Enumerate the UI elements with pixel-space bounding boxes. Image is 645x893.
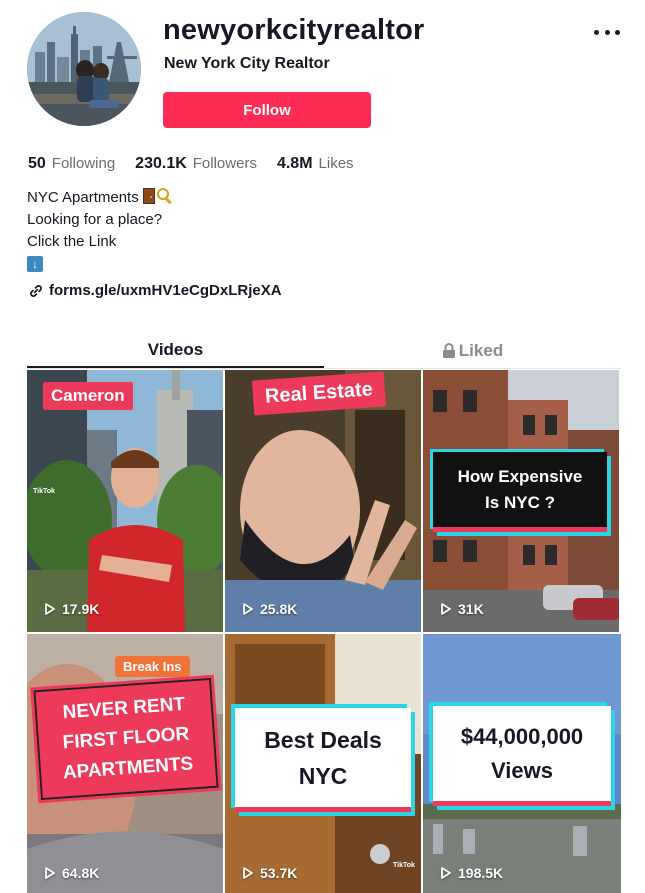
view-count-value: 64.8K <box>62 865 100 881</box>
view-count: 198.5K <box>439 865 503 881</box>
profile-stats: 50 Following 230.1K Followers 4.8M Likes <box>28 155 374 173</box>
video-overlay-card: How Expensive Is NYC ? <box>433 452 607 532</box>
profile-bio: NYC Apartments Looking for a place? Clic… <box>27 187 173 275</box>
profile-avatar[interactable] <box>27 12 141 126</box>
view-count: 25.8K <box>241 601 297 617</box>
profile-username: newyorkcityrealtor <box>163 14 425 46</box>
video-overlay-text: Views <box>491 757 553 783</box>
bio-line: Click the Link <box>27 233 117 250</box>
tiktok-watermark: TikTok <box>393 862 415 869</box>
play-icon <box>45 867 55 879</box>
profile-display-name: New York City Realtor <box>164 55 330 72</box>
tab-label: Videos <box>147 339 204 359</box>
view-count: 64.8K <box>43 865 99 881</box>
play-icon <box>441 867 451 879</box>
view-count-value: 198.5K <box>458 865 504 881</box>
video-thumbnail-1[interactable]: Cameron TikTok 17.9K <box>27 370 223 632</box>
video-overlay-card: NEVER RENT FIRST FLOOR APARTMENTS <box>30 674 222 804</box>
avatar-photo <box>27 12 141 126</box>
bio-link[interactable]: forms.gle/uxmHV1eCgDxLRjeXA <box>29 282 282 299</box>
video-thumbnail-4[interactable]: Break Ins NEVER RENT FIRST FLOOR APARTME… <box>27 634 223 893</box>
video-thumbnail-2[interactable]: Real Estate 25.8K <box>225 370 421 632</box>
down-arrow-emoji-icon: ↓ <box>27 256 43 272</box>
view-count-value: 53.7K <box>260 865 298 881</box>
view-count-value: 31K <box>458 601 484 617</box>
stat-label: Followers <box>192 155 257 172</box>
video-overlay-card: $44,000,000 Views <box>433 706 611 806</box>
video-overlay-text: Cameron <box>43 382 133 410</box>
stat-value: 4.8M <box>276 155 313 172</box>
stat-label: Likes <box>318 155 354 172</box>
door-emoji-icon <box>142 188 155 204</box>
stat-value: 230.1K <box>135 155 187 172</box>
video-overlay-text: Is NYC ? <box>485 492 555 512</box>
stat-likes: 4.8M Likes <box>277 155 354 173</box>
video-thumbnail-3[interactable]: How Expensive Is NYC ? 31K <box>423 370 619 632</box>
link-icon <box>30 284 42 297</box>
view-count-value: 25.8K <box>260 601 298 617</box>
tab-videos[interactable]: Videos <box>27 333 324 368</box>
video-grid: Cameron TikTok 17.9K Real Estate 25.8K H… <box>27 370 621 893</box>
profile-tabs: Videos Liked <box>27 333 621 369</box>
video-overlay-text: NYC <box>298 762 348 789</box>
link-text: forms.gle/uxmHV1eCgDxLRjeXA <box>49 282 282 299</box>
play-icon <box>45 603 55 615</box>
view-count: 17.9K <box>43 601 99 617</box>
play-icon <box>441 603 451 615</box>
video-overlay-text: How Expensive <box>457 466 583 486</box>
key-emoji-icon <box>156 188 173 204</box>
follow-button[interactable]: Follow <box>163 92 371 128</box>
video-overlay-card: Best Deals NYC <box>235 708 411 812</box>
bio-line: NYC Apartments <box>27 189 139 206</box>
more-dots-icon[interactable] <box>594 24 620 40</box>
play-icon <box>243 867 253 879</box>
video-thumbnail-6[interactable]: $44,000,000 Views 198.5K <box>423 634 621 893</box>
tab-liked[interactable]: Liked <box>324 333 621 368</box>
video-tag-text: Break Ins <box>115 656 190 677</box>
stat-followers[interactable]: 230.1K Followers <box>135 155 257 173</box>
stat-value: 50 <box>28 155 46 172</box>
tiktok-watermark: TikTok <box>33 488 55 495</box>
view-count-value: 17.9K <box>62 601 100 617</box>
view-count: 53.7K <box>241 865 297 881</box>
bio-line: Looking for a place? <box>27 211 163 228</box>
tab-label: Liked <box>458 340 504 360</box>
video-overlay-text: Best Deals <box>264 726 382 753</box>
lock-icon <box>442 342 455 358</box>
stat-label: Following <box>51 155 116 172</box>
video-overlay-text: $44,000,000 <box>460 723 584 749</box>
video-thumbnail-5[interactable]: Best Deals NYC TikTok 53.7K <box>225 634 421 893</box>
stat-following[interactable]: 50 Following <box>28 155 115 173</box>
view-count: 31K <box>439 601 484 617</box>
play-icon <box>243 603 253 615</box>
